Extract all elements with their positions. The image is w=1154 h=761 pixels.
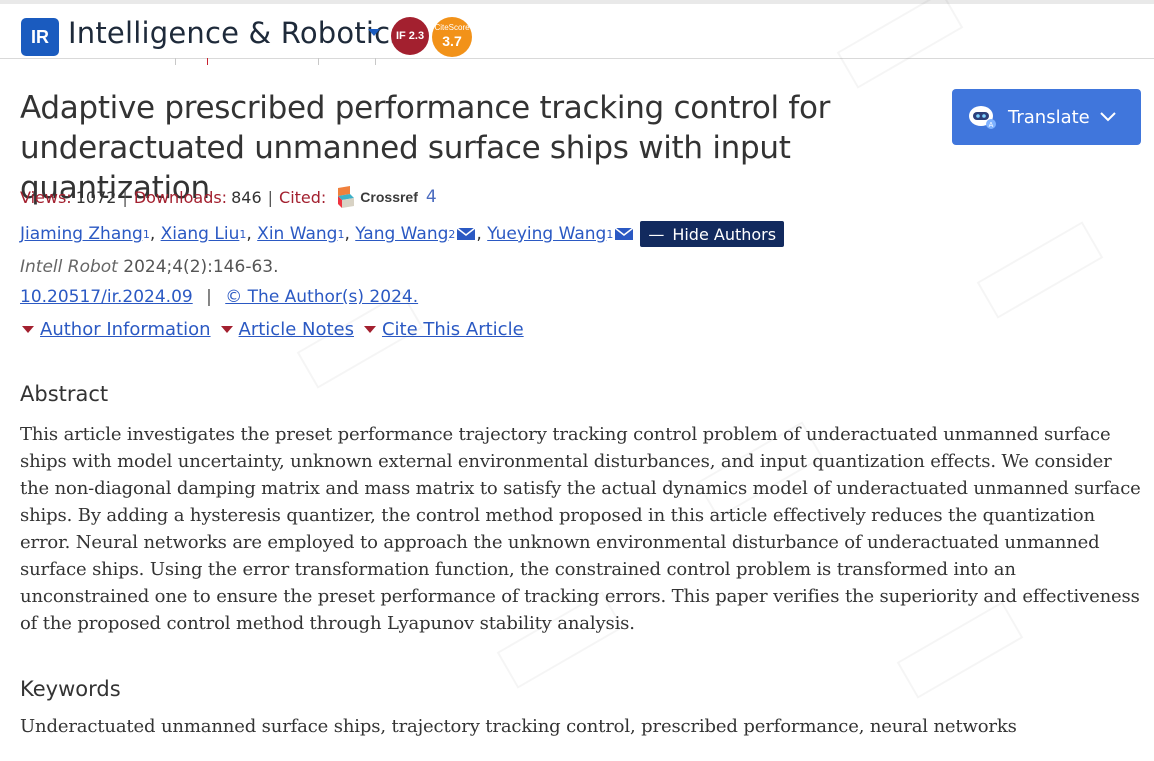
citescore-label: CiteScore	[434, 23, 470, 32]
chevron-down-icon[interactable]	[368, 29, 380, 36]
author-link[interactable]: Jiaming Zhang	[20, 224, 143, 244]
hide-authors-button[interactable]: — Hide Authors	[640, 221, 785, 247]
article-metrics: Views: 1072 | Downloads: 846 | Cited: Cr…	[20, 186, 437, 208]
cited-label: Cited:	[279, 187, 327, 207]
crossref-label[interactable]: Crossref	[360, 189, 418, 205]
chatbot-icon: A	[969, 106, 996, 129]
doi-line: 10.20517/ir.2024.09 | © The Author(s) 20…	[20, 287, 418, 307]
author-link[interactable]: Yang Wang	[355, 224, 448, 244]
journal-abbrev: Intell Robot	[20, 257, 118, 277]
separator: |	[122, 187, 128, 207]
author-list: Jiaming Zhang 1, Xiang Liu 1, Xin Wang 1, Y…	[20, 221, 785, 247]
abstract-text: This article investigates the preset per…	[20, 424, 1141, 634]
nav-divider	[375, 58, 376, 65]
downloads-label: Downloads:	[133, 187, 228, 207]
doi-link[interactable]: 10.20517/ir.2024.09	[20, 287, 193, 307]
minus-icon: —	[648, 224, 665, 244]
separator: |	[206, 287, 212, 307]
views-count: 1072	[75, 187, 117, 207]
citation-info: 2024;4(2):146-63.	[123, 257, 279, 277]
svg-text:A: A	[989, 122, 994, 129]
journal-logo[interactable]: IR	[21, 18, 59, 56]
triangle-down-icon	[363, 326, 376, 333]
chevron-down-icon	[1100, 112, 1116, 122]
affiliation-sup[interactable]: 1	[606, 228, 613, 241]
article-info-tabs: Author Information Article Notes Cite Th…	[22, 319, 534, 340]
comma: ,	[149, 224, 161, 244]
affiliation-sup[interactable]: 1	[239, 228, 246, 241]
citescore-value: 3.7	[442, 33, 462, 49]
tab-author-information[interactable]: Author Information	[22, 319, 211, 340]
affiliation-sup[interactable]: 1	[337, 228, 344, 241]
affiliation-sup[interactable]: 1	[143, 228, 150, 241]
keywords-text: Underactuated unmanned surface ships, tr…	[20, 716, 1017, 737]
nav-divider	[207, 58, 208, 65]
triangle-down-icon	[22, 326, 34, 333]
nav-divider	[318, 58, 319, 65]
views-label: Views:	[20, 187, 72, 207]
nav-divider	[175, 58, 176, 65]
tab-cite-this-article[interactable]: Cite This Article	[363, 319, 524, 340]
affiliation-sup[interactable]: 2	[448, 228, 455, 241]
keywords-heading: Keywords	[20, 677, 121, 701]
tab-article-notes[interactable]: Article Notes	[220, 319, 354, 340]
separator: |	[267, 187, 274, 207]
abstract-heading: Abstract	[20, 382, 109, 406]
mail-icon[interactable]	[456, 227, 476, 241]
crossref-icon	[338, 186, 355, 208]
translate-button[interactable]: A Translate	[952, 89, 1141, 145]
triangle-down-icon	[220, 326, 233, 333]
author-link[interactable]: Xiang Liu	[161, 224, 240, 244]
journal-name[interactable]: Intelligence & Robotics	[68, 16, 406, 50]
tab-label: Article Notes	[238, 319, 354, 340]
citation-line: Intell Robot 2024;4(2):146-63.	[20, 257, 278, 277]
tab-label: Author Information	[40, 319, 211, 340]
mail-icon[interactable]	[614, 227, 634, 241]
author-link[interactable]: Yueying Wang	[487, 224, 606, 244]
comma: ,	[476, 224, 488, 244]
comma: ,	[246, 224, 258, 244]
cited-count[interactable]: 4	[426, 187, 437, 207]
impact-factor-badge[interactable]: IF 2.3	[391, 17, 429, 55]
translate-label: Translate	[1008, 106, 1090, 128]
author-link[interactable]: Xin Wang	[257, 224, 337, 244]
tab-label: Cite This Article	[381, 319, 524, 340]
comma: ,	[344, 224, 356, 244]
hide-authors-label: Hide Authors	[672, 224, 777, 244]
logo-text: IR	[31, 26, 49, 47]
site-header: IR Intelligence & Robotics IF 2.3 CiteSc…	[0, 4, 1154, 59]
citescore-badge[interactable]: CiteScore 3.7	[432, 17, 472, 57]
license-link[interactable]: © The Author(s) 2024.	[225, 287, 418, 307]
downloads-count: 846	[231, 187, 262, 207]
